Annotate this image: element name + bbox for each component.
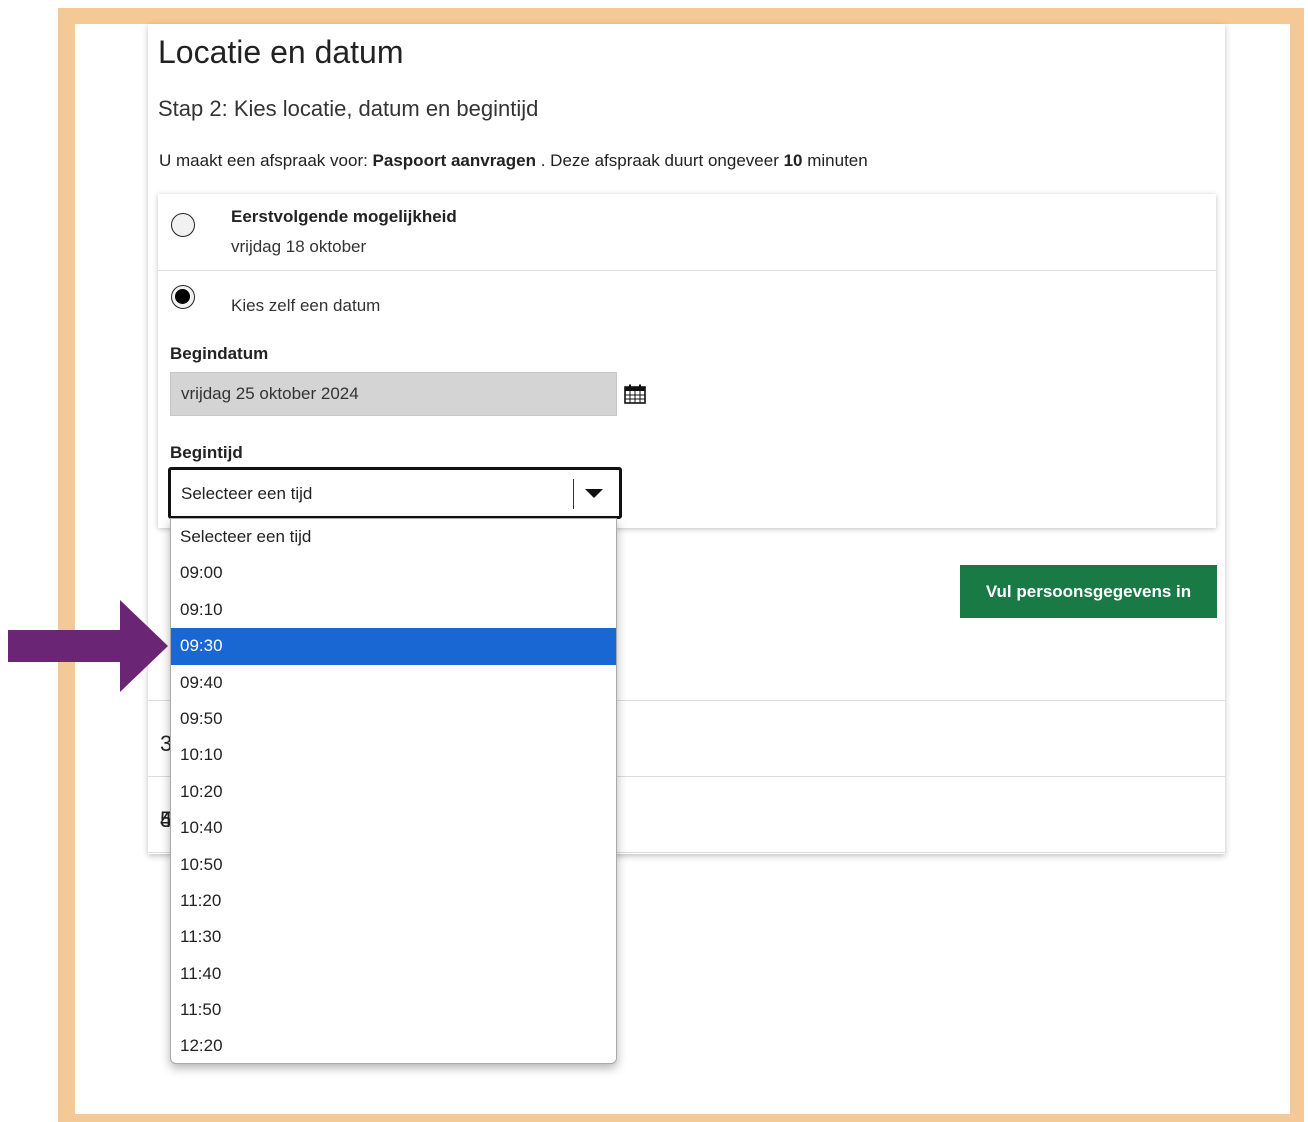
option-choose-date-label[interactable]: Kies zelf een datum [231,296,380,316]
duration-value: 10 [783,151,803,170]
dropdown-option[interactable]: 11:30 [171,919,616,955]
start-time-label: Begintijd [170,443,243,462]
dropdown-option[interactable]: 12:20 [171,1028,616,1063]
dropdown-option[interactable]: 09:50 [171,701,616,737]
info-suffix: minuten [802,151,868,170]
dropdown-option[interactable]: 11:40 [171,956,616,992]
start-time-select[interactable]: Selecteer een tijd [168,467,622,519]
select-divider [573,479,574,509]
service-name: Paspoort aanvragen [372,151,536,170]
chevron-down-icon[interactable] [585,489,603,498]
pointer-arrow-icon [8,600,168,692]
page-title: Locatie en datum [158,34,404,70]
calendar-icon[interactable] [624,384,646,404]
radio-choose-date[interactable] [171,285,195,309]
dropdown-option[interactable]: 10:40 [171,810,616,846]
dropdown-option[interactable]: 10:10 [171,737,616,773]
date-options: Eerstvolgende mogelijkheid vrijdag 18 ok… [158,194,1216,528]
dropdown-option[interactable]: Selecteer een tijd [171,519,616,555]
dropdown-option[interactable]: 10:50 [171,847,616,883]
next-step-button[interactable]: Vul persoonsgegevens in [960,565,1217,618]
appointment-info: U maakt een afspraak voor: Paspoort aanv… [159,151,868,171]
radio-first-available[interactable] [171,213,195,237]
dropdown-option[interactable]: 11:20 [171,883,616,919]
start-date-label: Begindatum [170,344,269,363]
dropdown-option[interactable]: 11:50 [171,992,616,1028]
dropdown-option[interactable]: 10:20 [171,774,616,810]
select-value: Selecteer een tijd [181,484,313,503]
dropdown-option[interactable]: 09:40 [171,665,616,701]
dropdown-option-highlighted[interactable]: 09:30 [171,628,616,665]
info-middle: . Deze afspraak duurt ongeveer [536,151,784,170]
option-first-available[interactable]: Eerstvolgende mogelijkheid vrijdag 18 ok… [158,194,1216,271]
page-subtitle: Stap 2: Kies locatie, datum en begintijd [158,96,539,121]
dropdown-option[interactable]: 09:10 [171,592,616,628]
start-date-field[interactable]: vrijdag 25 oktober 2024 [170,372,617,416]
time-dropdown-list[interactable]: Selecteer een tijd 09:00 09:10 09:30 09:… [170,518,617,1064]
option-first-title: Eerstvolgende mogelijkheid [231,207,457,226]
info-prefix: U maakt een afspraak voor: [159,151,373,170]
dropdown-option[interactable]: 09:00 [171,555,616,591]
option-first-date: vrijdag 18 oktober [231,237,367,256]
